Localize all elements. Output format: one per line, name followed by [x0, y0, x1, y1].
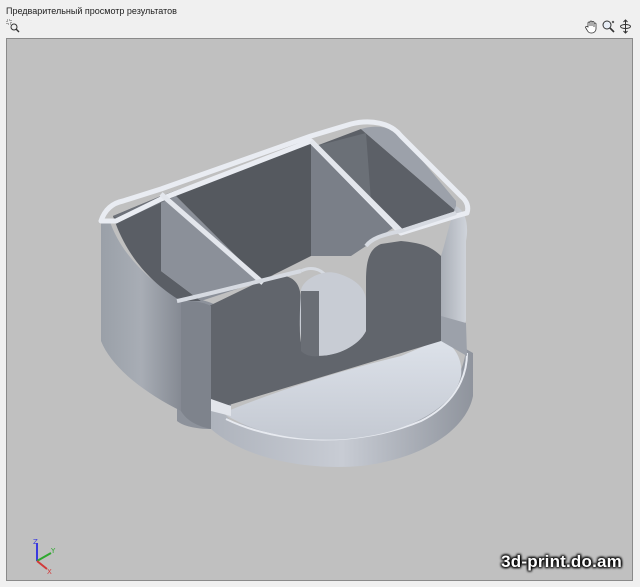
watermark-text: 3d-print.do.am [501, 552, 622, 571]
triad-y-label: Y [50, 547, 56, 555]
view-orientation-icon[interactable] [618, 19, 633, 34]
window-title: Предварительный просмотр результатов [6, 6, 177, 16]
axis-triad-icon: Z Y X [33, 538, 56, 575]
triad-x-label: X [47, 568, 52, 575]
desk-organizer-model [98, 119, 473, 467]
pan-hand-icon[interactable] [584, 19, 599, 34]
zoom-icon[interactable] [601, 19, 616, 34]
3d-viewport[interactable]: Z Y X 3d-print.do.am [6, 38, 633, 581]
triad-z-label: Z [33, 538, 38, 546]
zoom-to-fit-icon[interactable] [6, 19, 20, 33]
